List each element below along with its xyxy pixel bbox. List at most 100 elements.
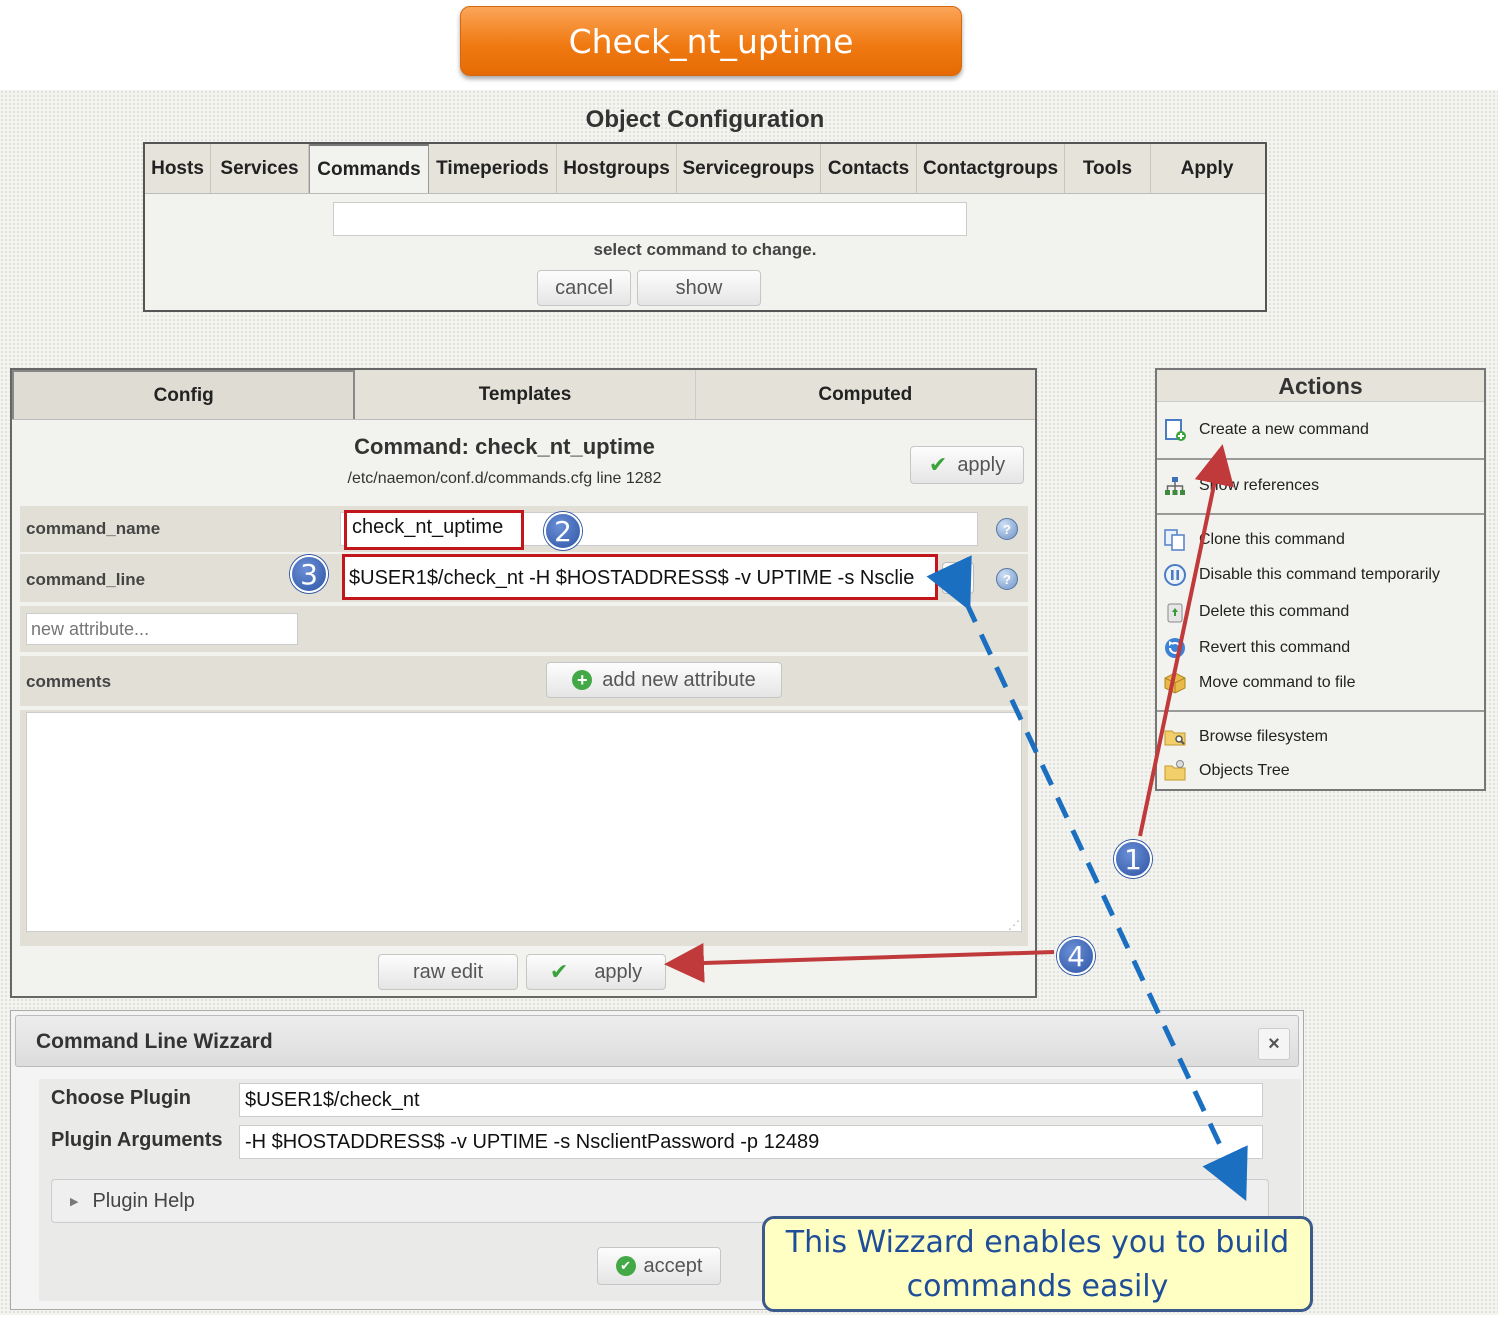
show-button[interactable]: show xyxy=(637,270,761,306)
divider xyxy=(1157,710,1484,712)
action-browse-filesystem[interactable]: Browse filesystem xyxy=(1163,725,1328,749)
folder-search-icon xyxy=(1164,730,1186,746)
close-icon[interactable]: × xyxy=(1258,1028,1290,1060)
new-document-icon xyxy=(1165,419,1186,441)
step-badge-1: 1 xyxy=(1114,840,1152,878)
divider xyxy=(1157,513,1484,515)
resize-handle-icon[interactable]: ⋰ xyxy=(1008,918,1020,932)
action-label: Show references xyxy=(1199,477,1320,494)
command-line-input[interactable]: $USER1$/check_nt -H $HOSTADDRESS$ -v UPT… xyxy=(342,554,938,600)
tab-hostgroups[interactable]: Hostgroups xyxy=(557,144,677,193)
choose-plugin-input[interactable]: $USER1$/check_nt xyxy=(239,1083,1263,1117)
command-line-label: command_line xyxy=(26,570,146,589)
action-label: Delete this command xyxy=(1199,603,1350,620)
apply-top-button[interactable]: ✔ apply xyxy=(910,446,1024,484)
tab-templates[interactable]: Templates xyxy=(355,370,696,419)
plugin-arguments-label: Plugin Arguments xyxy=(51,1129,223,1151)
tab-hosts[interactable]: Hosts xyxy=(145,144,211,193)
revert-icon xyxy=(1165,638,1185,658)
select-hint: select command to change. xyxy=(593,240,817,259)
action-label: Browse filesystem xyxy=(1199,728,1328,745)
checkmark-icon: ✔ xyxy=(549,959,569,984)
object-configuration-title: Object Configuration xyxy=(585,106,825,133)
callout-line-1: This Wizzard enables you to build xyxy=(785,1225,1290,1260)
pause-icon xyxy=(1164,564,1186,586)
tab-contactgroups[interactable]: Contactgroups xyxy=(917,144,1065,193)
action-label: Create a new command xyxy=(1199,421,1369,438)
checkmark-icon: ✔ xyxy=(928,452,948,477)
choose-plugin-label: Choose Plugin xyxy=(51,1087,191,1109)
step-badge-2: 2 xyxy=(544,512,582,550)
tab-contacts[interactable]: Contacts xyxy=(821,144,917,193)
command-editor-panel: Config Templates Computed Command: check… xyxy=(10,368,1037,998)
step-badge-4: 4 xyxy=(1057,937,1095,975)
apply-top-label: apply xyxy=(957,453,1006,476)
action-revert-command[interactable]: Revert this command xyxy=(1163,636,1350,660)
wizard-wand-button[interactable] xyxy=(942,562,974,594)
accept-button[interactable]: ✔ accept xyxy=(597,1247,721,1285)
tab-tools[interactable]: Tools xyxy=(1065,144,1151,193)
tab-config[interactable]: Config xyxy=(12,370,356,419)
magic-wand-icon xyxy=(948,569,968,588)
action-clone-command[interactable]: Clone this command xyxy=(1163,528,1345,552)
help-icon[interactable]: ? xyxy=(996,518,1018,540)
apply-bottom-button[interactable]: ✔ apply xyxy=(526,954,666,990)
action-label: Revert this command xyxy=(1199,639,1351,656)
action-label: Disable this command temporarily xyxy=(1199,566,1440,583)
help-icon[interactable]: ? xyxy=(996,568,1018,590)
add-attribute-label: add new attribute xyxy=(602,668,756,691)
cancel-label: cancel xyxy=(555,276,613,299)
actions-panel: Actions Create a new command Show refere… xyxy=(1155,368,1486,791)
folder-tree-icon xyxy=(1164,760,1186,781)
comments-textarea[interactable] xyxy=(26,712,1022,932)
action-label: Objects Tree xyxy=(1199,762,1290,779)
command-select-input[interactable] xyxy=(333,202,967,236)
action-create-command[interactable]: Create a new command xyxy=(1163,418,1369,442)
package-icon xyxy=(1164,672,1186,694)
object-selector-panel: Hosts Services Commands Timeperiods Host… xyxy=(143,142,1267,312)
plugin-help-label: Plugin Help xyxy=(92,1189,195,1212)
tab-apply[interactable]: Apply xyxy=(1151,144,1263,193)
new-attribute-row xyxy=(20,606,1028,652)
show-label: show xyxy=(675,276,723,299)
action-delete-command[interactable]: Delete this command xyxy=(1163,600,1349,624)
apply-bottom-label: apply xyxy=(594,960,643,983)
cancel-button[interactable]: cancel xyxy=(537,270,631,306)
tab-servicegroups[interactable]: Servicegroups xyxy=(677,144,821,193)
raw-edit-label: raw edit xyxy=(412,960,484,983)
raw-edit-button[interactable]: raw edit xyxy=(378,954,518,990)
plus-circle-icon: + xyxy=(572,670,593,690)
add-attribute-button[interactable]: + add new attribute xyxy=(546,662,782,698)
wizard-title: Command Line Wizzard xyxy=(36,1030,273,1053)
comments-container: ⋰ xyxy=(20,710,1028,946)
command-name-row: command_name check_nt_uptime ? xyxy=(20,506,1028,552)
new-attribute-input[interactable] xyxy=(26,613,298,645)
title-banner: Check_nt_uptime xyxy=(460,6,962,76)
accept-label: accept xyxy=(643,1254,703,1277)
recycle-icon xyxy=(1167,603,1183,623)
divider xyxy=(1157,458,1484,460)
action-move-command[interactable]: Move command to file xyxy=(1163,671,1356,695)
action-label: Clone this command xyxy=(1199,531,1345,548)
tab-commands[interactable]: Commands xyxy=(309,144,429,193)
tab-timeperiods[interactable]: Timeperiods xyxy=(429,144,557,193)
triangle-right-icon: ▶ xyxy=(70,1195,79,1208)
action-objects-tree[interactable]: Objects Tree xyxy=(1163,759,1290,783)
command-line-row: command_line $USER1$/check_nt -H $HOSTAD… xyxy=(20,554,1028,602)
action-label: Move command to file xyxy=(1199,674,1356,691)
object-nav-bar: Hosts Services Commands Timeperiods Host… xyxy=(145,144,1265,194)
tab-computed[interactable]: Computed xyxy=(696,370,1035,419)
command-name-input[interactable]: check_nt_uptime xyxy=(344,510,524,550)
callout-line-2: commands easily xyxy=(906,1269,1169,1304)
sitemap-icon xyxy=(1165,477,1185,495)
command-file-path: /etc/naemon/conf.d/commands.cfg line 128… xyxy=(347,470,662,487)
action-show-references[interactable]: Show references xyxy=(1163,474,1319,498)
command-title: Command: check_nt_uptime xyxy=(354,434,655,459)
action-disable-command[interactable]: Disable this command temporarily xyxy=(1163,563,1440,587)
tab-services[interactable]: Services xyxy=(211,144,309,193)
step-badge-3: 3 xyxy=(290,555,328,593)
wizard-header: Command Line Wizzard × xyxy=(15,1015,1299,1067)
command-name-label: command_name xyxy=(26,519,161,538)
plugin-arguments-input[interactable]: -H $HOSTADDRESS$ -v UPTIME -s NsclientPa… xyxy=(239,1125,1263,1159)
copy-icon xyxy=(1164,529,1185,551)
